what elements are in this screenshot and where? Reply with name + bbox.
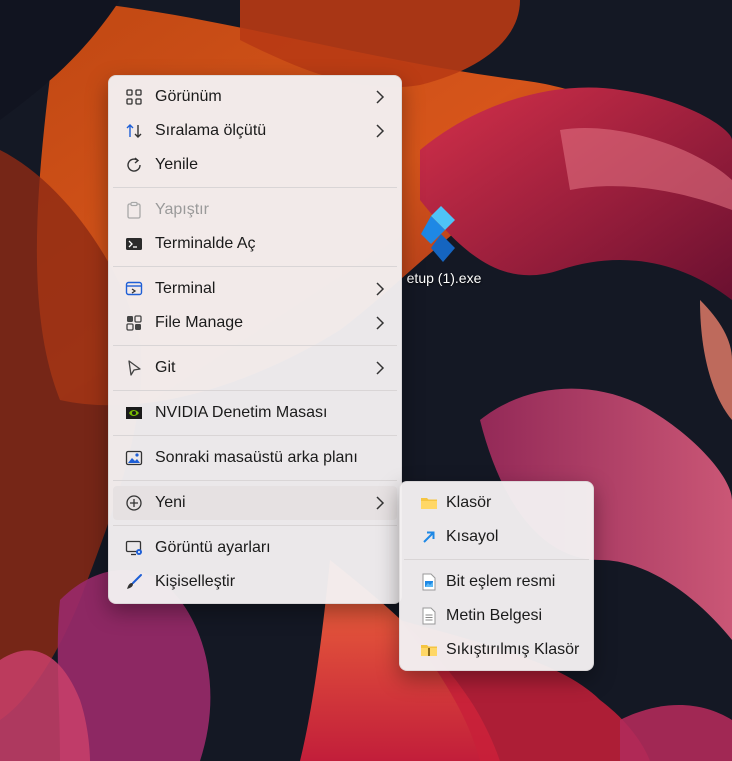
menu-separator <box>113 525 397 526</box>
new-submenu: Klasör Kısayol Bit eşlem resmi Metin Bel… <box>399 481 594 671</box>
menu-separator <box>113 187 397 188</box>
zip-folder-icon <box>421 645 437 656</box>
submenu-item-label: Bit eşlem resmi <box>446 573 556 590</box>
submenu-item-zip-folder[interactable]: Sıkıştırılmış Klasör <box>404 633 589 667</box>
terminal-app-icon <box>125 281 143 296</box>
submenu-item-label: Sıkıştırılmış Klasör <box>446 641 580 658</box>
grid-view-icon <box>126 89 142 105</box>
menu-item-label: Terminal <box>155 280 216 297</box>
paste-icon <box>127 201 141 219</box>
display-settings-icon <box>125 540 142 556</box>
menu-item-refresh[interactable]: Yenile <box>113 148 397 182</box>
chevron-right-icon <box>376 90 385 104</box>
chevron-right-icon <box>376 316 385 330</box>
menu-item-label: Sıralama ölçütü <box>155 122 267 139</box>
menu-item-git[interactable]: Git <box>113 351 397 385</box>
menu-item-label: NVIDIA Denetim Masası <box>155 404 328 421</box>
shortcut-arrow-icon <box>423 531 435 543</box>
submenu-item-label: Klasör <box>446 494 492 511</box>
menu-item-label: Kişiselleştir <box>155 573 236 590</box>
menu-item-paste: Yapıştır <box>113 193 397 227</box>
sort-arrows-icon <box>126 124 142 138</box>
terminal-icon <box>126 238 142 250</box>
menu-item-display-settings[interactable]: Görüntü ayarları <box>113 531 397 565</box>
menu-separator <box>113 435 397 436</box>
menu-item-open-in-terminal[interactable]: Terminalde Aç <box>113 227 397 261</box>
submenu-item-shortcut[interactable]: Kısayol <box>404 520 589 554</box>
menu-item-new[interactable]: Yeni <box>113 486 397 520</box>
bitmap-icon <box>422 573 436 591</box>
submenu-item-label: Metin Belgesi <box>446 607 543 624</box>
menu-item-label: Görüntü ayarları <box>155 539 271 556</box>
submenu-item-text-document[interactable]: Metin Belgesi <box>404 599 589 633</box>
menu-item-terminal[interactable]: Terminal <box>113 272 397 306</box>
plus-circle-icon <box>126 495 142 511</box>
submenu-item-bitmap[interactable]: Bit eşlem resmi <box>404 565 589 599</box>
folder-icon <box>421 498 437 509</box>
chevron-right-icon <box>376 124 385 138</box>
desktop-icon-label: etup (1).exe <box>406 270 482 286</box>
menu-separator <box>113 266 397 267</box>
nvidia-icon <box>126 407 142 419</box>
menu-item-label: Sonraki masaüstü arka planı <box>155 449 358 466</box>
submenu-item-folder[interactable]: Klasör <box>404 486 589 520</box>
desktop-context-menu: Görünüm Sıralama ölçütü Yenile Yapıştır <box>108 75 402 604</box>
menu-item-personalize[interactable]: Kişiselleştir <box>113 565 397 599</box>
menu-item-label: Yapıştır <box>155 201 209 218</box>
refresh-icon <box>127 157 141 172</box>
chevron-right-icon <box>376 282 385 296</box>
menu-separator <box>404 559 589 560</box>
apps-icon <box>126 315 142 331</box>
git-cursor-icon <box>128 360 141 376</box>
menu-separator <box>113 480 397 481</box>
menu-separator <box>113 345 397 346</box>
menu-item-next-wallpaper[interactable]: Sonraki masaüstü arka planı <box>113 441 397 475</box>
chevron-right-icon <box>376 361 385 375</box>
text-document-icon <box>422 607 436 625</box>
menu-item-file-manage[interactable]: File Manage <box>113 306 397 340</box>
wallpaper-icon <box>125 450 143 466</box>
brush-icon <box>127 574 142 589</box>
menu-separator <box>113 390 397 391</box>
menu-item-label: Git <box>155 359 176 376</box>
menu-item-label: Yeni <box>155 494 186 511</box>
menu-item-label: Yenile <box>155 156 199 173</box>
app-bolt-icon <box>421 206 455 262</box>
menu-item-sort-by[interactable]: Sıralama ölçütü <box>113 114 397 148</box>
menu-item-view[interactable]: Görünüm <box>113 80 397 114</box>
menu-item-label: File Manage <box>155 314 244 331</box>
menu-item-nvidia-control-panel[interactable]: NVIDIA Denetim Masası <box>113 396 397 430</box>
chevron-right-icon <box>376 496 385 510</box>
menu-item-label: Terminalde Aç <box>155 235 256 252</box>
submenu-item-label: Kısayol <box>446 528 499 545</box>
menu-item-label: Görünüm <box>155 88 222 105</box>
